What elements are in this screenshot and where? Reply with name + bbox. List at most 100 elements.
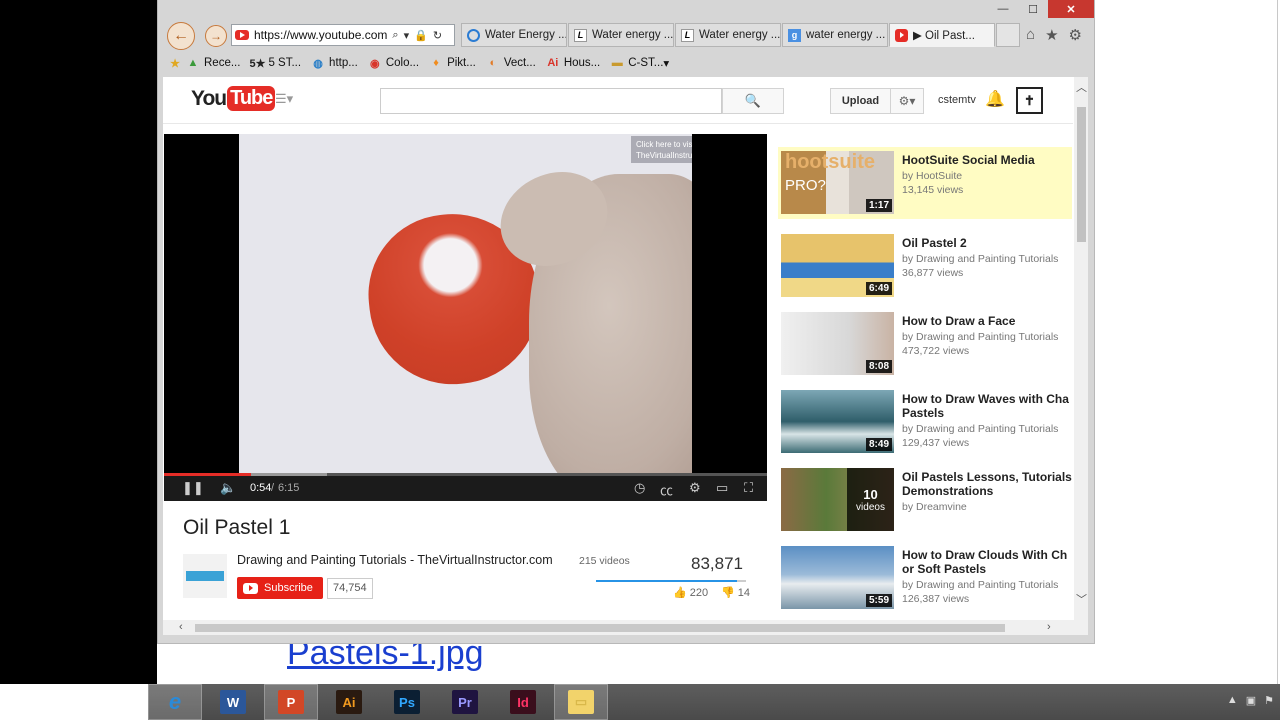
theater-mode-icon[interactable]: ▭ [716,480,728,496]
favorite-item[interactable]: ◐ Vect... [486,56,536,70]
tab-3[interactable]: L Water energy ... [675,23,781,47]
username[interactable]: cstemtv [938,94,976,106]
add-favorite-star-icon[interactable]: ★ [168,56,182,70]
channel-name[interactable]: Drawing and Painting Tutorials - TheVirt… [237,553,553,567]
search-button[interactable]: 🔍 [722,88,784,114]
fullscreen-icon[interactable]: ⛶ [744,480,753,496]
favorite-item[interactable]: ▲ Rece... [186,56,241,70]
related-video-views: 129,437 views [902,437,970,449]
favorites-star-icon[interactable]: ★ [1045,26,1058,44]
related-video-title[interactable]: How to Draw Clouds With Ch or Soft Pastel… [902,548,1077,576]
subscribe-button[interactable]: Subscribe [237,577,323,599]
related-video-item[interactable]: 8:08 How to Draw a Face by Drawing and Pai… [778,308,1072,376]
forward-button[interactable]: → [205,25,227,47]
favorite-item[interactable]: ♦ Pikt... [429,56,476,70]
chevron-down-icon[interactable]: ▾ [663,56,669,70]
favorite-item[interactable]: 5★ 5 ST... [249,56,301,70]
related-video-author[interactable]: by Drawing and Painting Tutorials [902,423,1058,435]
video-thumbnail[interactable]: 8:08 [781,312,894,375]
related-video-item[interactable]: 10 videos Oil Pastels Lessons, Tutorials De… [778,464,1072,532]
address-bar[interactable]: https://www.youtube.com ⌕ ▾ 🔒 ↻ [231,24,455,46]
horizontal-scrollbar[interactable]: ‹ › [163,620,1088,635]
favorite-item[interactable]: ◍ http... [311,56,358,70]
video-thumbnail[interactable]: 6:49 [781,234,894,297]
home-icon[interactable]: ⌂ [1026,26,1035,44]
avatar[interactable]: ✝ [1016,87,1043,114]
related-video-title[interactable]: Oil Pastel 2 [902,236,1077,250]
related-video-title[interactable]: How to Draw Waves with Cha Pastels [902,392,1077,420]
taskbar-illustrator[interactable]: Ai [322,684,376,720]
related-video-title[interactable]: Oil Pastels Lessons, Tutorials Demonstrat… [902,470,1077,498]
taskbar-powerpoint[interactable]: P [264,684,318,720]
related-video-title[interactable]: How to Draw a Face [902,314,1077,328]
vertical-scroll-thumb[interactable] [1077,107,1086,242]
chevron-down-icon[interactable]: ▾ [404,29,410,42]
minimize-button[interactable]: — [988,0,1018,18]
settings-button[interactable]: ⚙▾ [890,88,924,114]
related-video-author[interactable]: by Dreamvine [902,501,967,513]
related-video-item[interactable]: 8:49 How to Draw Waves with Cha Pastels by … [778,386,1072,454]
refresh-icon[interactable]: ↻ [433,29,442,42]
video-thumbnail[interactable]: 10 videos [781,468,894,531]
upload-button[interactable]: Upload [830,88,891,114]
tab-1[interactable]: Water Energy ... [461,23,567,47]
dislike-button[interactable]: 👎 14 [721,586,750,599]
url-text[interactable]: https://www.youtube.com [254,28,387,42]
tray-flag-icon[interactable]: ⚑ [1264,694,1274,707]
tab-4[interactable]: g water energy ... [782,23,888,47]
related-video-author[interactable]: by Drawing and Painting Tutorials [902,579,1058,591]
notification-bell-icon[interactable]: 🔔 [985,89,1005,109]
related-video-title[interactable]: HootSuite Social Media [902,153,1077,167]
taskbar-internet-explorer[interactable]: e [148,684,202,720]
related-video-item[interactable]: 6:49 Oil Pastel 2 by Drawing and Painting … [778,230,1072,298]
settings-gear-icon[interactable]: ⚙ [689,480,701,496]
video-player[interactable]: Click here to visit TheVirtualInstructor… [164,134,767,501]
tray-expand-icon[interactable]: ▲ [1227,694,1238,707]
taskbar-premiere[interactable]: Pr [438,684,492,720]
favorite-item[interactable]: ▬ C-ST... ▾ [610,56,669,70]
pause-icon[interactable]: ❚❚ [182,480,204,496]
lock-icon[interactable]: 🔒 [414,29,428,42]
tab-5[interactable]: ▶ Oil Past... [889,23,995,47]
gear-icon[interactable]: ⚙ [1069,26,1082,44]
taskbar-photoshop[interactable]: Ps [380,684,434,720]
watch-later-icon[interactable]: ◷ [634,480,645,496]
favorite-item[interactable]: ◉ Colo... [368,56,419,70]
youtube-logo[interactable]: You Tube [191,86,276,111]
like-button[interactable]: 👍 220 [673,586,708,599]
maximize-button[interactable]: ☐ [1018,0,1048,18]
new-tab-button[interactable] [996,23,1020,47]
back-button[interactable]: ← [167,22,195,50]
video-thumbnail[interactable]: 8:49 [781,390,894,453]
search-input[interactable] [380,88,722,114]
guide-menu-icon[interactable]: ☰▾ [275,91,293,107]
title-line-2: or Soft Pastels [902,562,987,576]
search-icon[interactable]: ⌕ [392,29,398,42]
related-video-author[interactable]: by HootSuite [902,170,962,182]
captions-icon[interactable]: ㏄ [660,480,673,499]
taskbar-word[interactable]: W [206,684,260,720]
vertical-scrollbar[interactable]: ︿ ﹀ [1074,77,1088,620]
related-video-item[interactable]: 5:59 How to Draw Clouds With Ch or Soft Pa… [778,542,1072,610]
video-frame[interactable]: Click here to visit TheVirtualInstructor… [239,134,692,473]
scroll-down-icon[interactable]: ﹀ [1076,591,1087,607]
horizontal-scroll-thumb[interactable] [195,624,1005,632]
related-video-item[interactable]: hootsuite PRO? 1:17 HootSuite Social Media b… [778,147,1072,219]
scroll-up-icon[interactable]: ︿ [1076,79,1087,95]
scroll-left-icon[interactable]: ‹ [179,621,183,633]
related-video-author[interactable]: by Drawing and Painting Tutorials [902,253,1058,265]
favorite-item[interactable]: Ai Hous... [546,56,600,70]
taskbar-indesign[interactable]: Id [496,684,550,720]
volume-icon[interactable]: 🔈 [220,480,236,496]
related-video-author[interactable]: by Drawing and Painting Tutorials [902,331,1058,343]
taskbar-file-explorer[interactable]: ▭ [554,684,608,720]
tray-network-icon[interactable]: ▣ [1246,694,1256,707]
close-button[interactable]: ✕ [1048,0,1094,18]
channel-video-count[interactable]: 215 videos [579,555,630,567]
video-thumbnail[interactable]: hootsuite PRO? 1:17 [781,151,894,214]
video-thumbnail[interactable]: 5:59 [781,546,894,609]
video-annotation[interactable]: Click here to visit TheVirtualInstructor… [631,136,692,163]
channel-avatar[interactable] [183,554,227,598]
scroll-right-icon[interactable]: › [1047,621,1051,633]
tab-2[interactable]: L Water energy ... [568,23,674,47]
